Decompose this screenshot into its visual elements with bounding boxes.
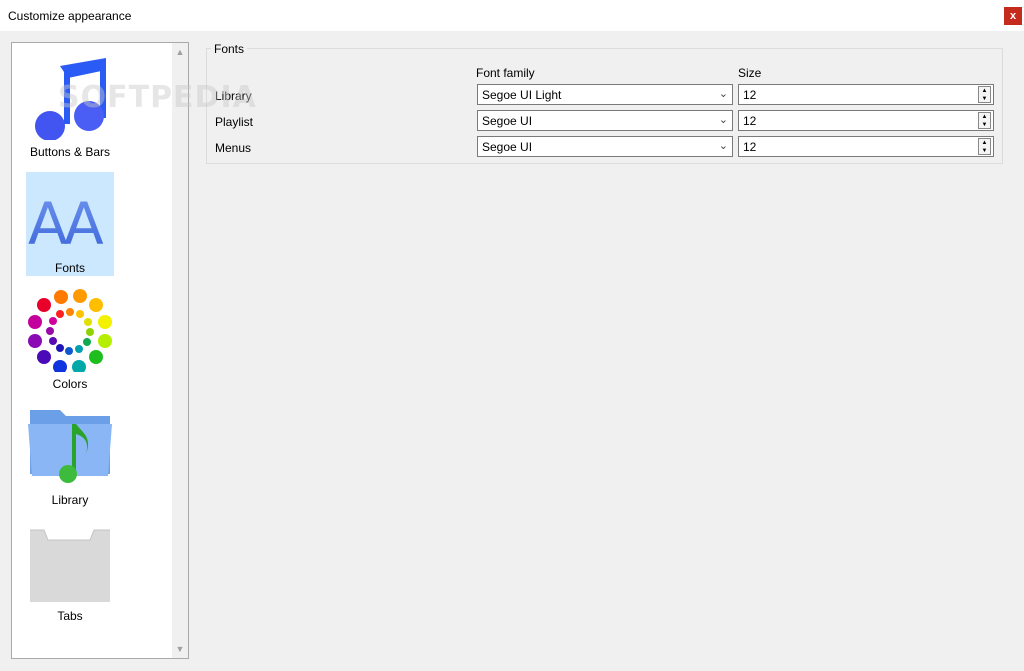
row-label-playlist: Playlist	[215, 115, 254, 129]
playlist-size-spinner[interactable]: 12 ▲ ▼	[738, 110, 994, 131]
spinner-buttons: ▲ ▼	[978, 138, 991, 155]
playlist-font-select[interactable]: Segoe UI ⌄	[477, 110, 733, 131]
spin-down-icon[interactable]: ▼	[979, 121, 990, 128]
scroll-up-icon[interactable]: ▲	[172, 44, 188, 60]
spin-down-icon[interactable]: ▼	[979, 95, 990, 102]
menus-size-spinner[interactable]: 12 ▲ ▼	[738, 136, 994, 157]
watermark: SOFTPEDIA	[58, 80, 257, 115]
spin-up-icon[interactable]: ▲	[979, 139, 990, 146]
library-size-spinner[interactable]: 12 ▲ ▼	[738, 84, 994, 105]
sidebar-item-tabs[interactable]: Tabs	[26, 520, 114, 624]
size-value: 12	[743, 88, 757, 102]
font-family-header: Font family	[476, 66, 535, 80]
close-button[interactable]: x	[1004, 7, 1022, 25]
sidebar-item-colors[interactable]: Colors	[26, 288, 114, 392]
spin-down-icon[interactable]: ▼	[979, 147, 990, 154]
tab-folder-icon	[30, 529, 110, 602]
sidebar-item-label: Fonts	[54, 261, 85, 275]
color-wheel-icon	[28, 289, 112, 372]
sidebar-item-library[interactable]: Library	[26, 404, 114, 508]
category-sidebar: ▲ ▼ Buttons & Bars A A Fonts Colors Libr…	[11, 42, 189, 659]
chevron-down-icon: ⌄	[718, 140, 728, 152]
font-select-value: Segoe UI	[482, 114, 533, 128]
size-header: Size	[738, 66, 762, 80]
sidebar-item-fonts[interactable]: A A Fonts	[26, 172, 114, 276]
font-aa-icon: A A	[28, 190, 104, 256]
menus-font-select[interactable]: Segoe UI ⌄	[477, 136, 733, 157]
spinner-buttons: ▲ ▼	[978, 112, 991, 129]
font-select-value: Segoe UI	[482, 140, 533, 154]
title-bar: Customize appearance	[0, 0, 1024, 31]
chevron-down-icon: ⌄	[718, 114, 728, 126]
sidebar-item-label: Library	[51, 493, 89, 507]
font-select-value: Segoe UI Light	[482, 88, 562, 102]
size-value: 12	[743, 140, 757, 154]
size-value: 12	[743, 114, 757, 128]
sidebar-scrollbar[interactable]: ▲ ▼	[172, 43, 188, 658]
spin-up-icon[interactable]: ▲	[979, 113, 990, 120]
row-label-menus: Menus	[215, 141, 252, 155]
library-font-select[interactable]: Segoe UI Light ⌄	[477, 84, 733, 105]
svg-text:A: A	[28, 190, 68, 256]
fonts-group-title: Fonts	[211, 42, 248, 56]
svg-text:A: A	[64, 190, 104, 256]
sidebar-item-label: Colors	[52, 377, 88, 391]
chevron-down-icon: ⌄	[718, 88, 728, 100]
window-title: Customize appearance	[8, 9, 132, 23]
scroll-down-icon[interactable]: ▼	[172, 641, 188, 657]
sidebar-item-label: Tabs	[57, 609, 83, 623]
sidebar-item-label: Buttons & Bars	[29, 145, 111, 159]
spinner-buttons: ▲ ▼	[978, 86, 991, 103]
spin-up-icon[interactable]: ▲	[979, 87, 990, 94]
music-folder-icon	[28, 410, 112, 483]
